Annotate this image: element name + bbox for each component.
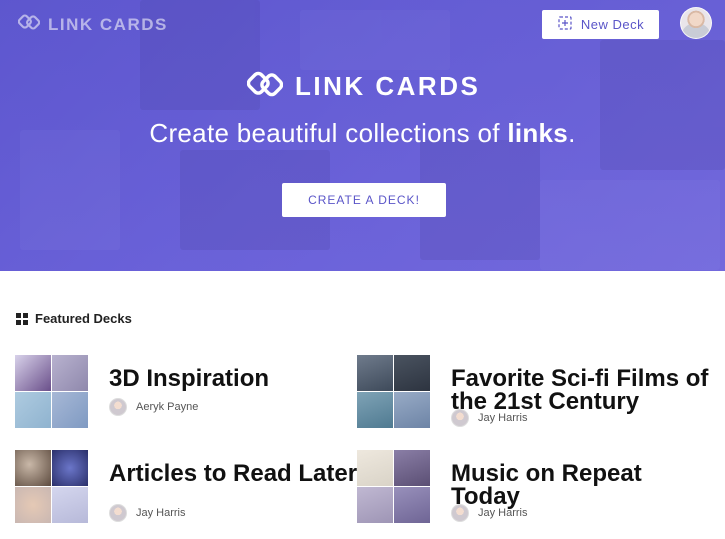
thumb-tile: [357, 355, 393, 391]
deck-title[interactable]: 3D Inspiration: [109, 367, 369, 391]
thumb-tile: [357, 487, 393, 523]
grid-icon: [16, 312, 28, 325]
author-avatar: [451, 504, 469, 522]
thumb-tile: [357, 450, 393, 486]
deck-title[interactable]: Favorite Sci-fi Films of the 21st Centur…: [451, 367, 721, 414]
deck-thumbnail: [15, 355, 88, 428]
thumb-tile: [357, 392, 393, 428]
deck-card-sci-fi-films[interactable]: Favorite Sci-fi Films of the 21st Centur…: [357, 355, 717, 435]
author-avatar: [109, 398, 127, 416]
thumb-tile: [52, 355, 88, 391]
thumb-tile: [52, 450, 88, 486]
create-deck-button[interactable]: CREATE A DECK!: [282, 183, 446, 217]
thumb-tile: [394, 355, 430, 391]
thumb-tile: [52, 392, 88, 428]
new-deck-button[interactable]: New Deck: [542, 10, 659, 39]
deck-thumbnail: [15, 450, 88, 523]
deck-title[interactable]: Articles to Read Later: [109, 462, 369, 486]
author-avatar: [451, 409, 469, 427]
deck-author: Jay Harris: [109, 504, 186, 522]
thumb-tile: [15, 392, 51, 428]
author-avatar: [109, 504, 127, 522]
deck-card-3d-inspiration[interactable]: 3D Inspiration Aeryk Payne: [15, 355, 335, 435]
add-deck-icon: [557, 15, 573, 34]
hero-tagline: Create beautiful collections of links.: [149, 118, 576, 148]
link-cards-logo-icon: [246, 66, 284, 107]
deck-thumbnail: [357, 355, 430, 428]
thumb-tile: [15, 450, 51, 486]
thumb-tile: [52, 487, 88, 523]
thumb-tile: [394, 487, 430, 523]
thumb-tile: [394, 392, 430, 428]
new-deck-label: New Deck: [580, 17, 645, 32]
user-avatar[interactable]: [680, 7, 712, 39]
link-cards-logo-icon: [17, 11, 41, 38]
hero-logo: LINK CARDS: [246, 66, 481, 107]
deck-card-articles[interactable]: Articles to Read Later Jay Harris: [15, 450, 357, 530]
deck-author: Jay Harris: [451, 409, 528, 427]
deck-card-music[interactable]: Music on Repeat Today Jay Harris: [357, 450, 717, 530]
thumb-tile: [15, 355, 51, 391]
deck-author: Aeryk Payne: [109, 398, 198, 416]
hero-brand-name: LINK CARDS: [295, 71, 481, 101]
featured-decks-heading: Featured Decks: [16, 311, 132, 326]
thumb-tile: [394, 450, 430, 486]
thumb-tile: [15, 487, 51, 523]
topbar-logo[interactable]: LINK CARDS: [17, 11, 168, 38]
deck-title[interactable]: Music on Repeat Today: [451, 462, 711, 509]
deck-author: Jay Harris: [451, 504, 528, 522]
deck-thumbnail: [357, 450, 430, 523]
brand-name: LINK CARDS: [48, 14, 168, 34]
hero-banner: LINK CARDS New Deck LINK CARDS Create be…: [0, 0, 725, 271]
